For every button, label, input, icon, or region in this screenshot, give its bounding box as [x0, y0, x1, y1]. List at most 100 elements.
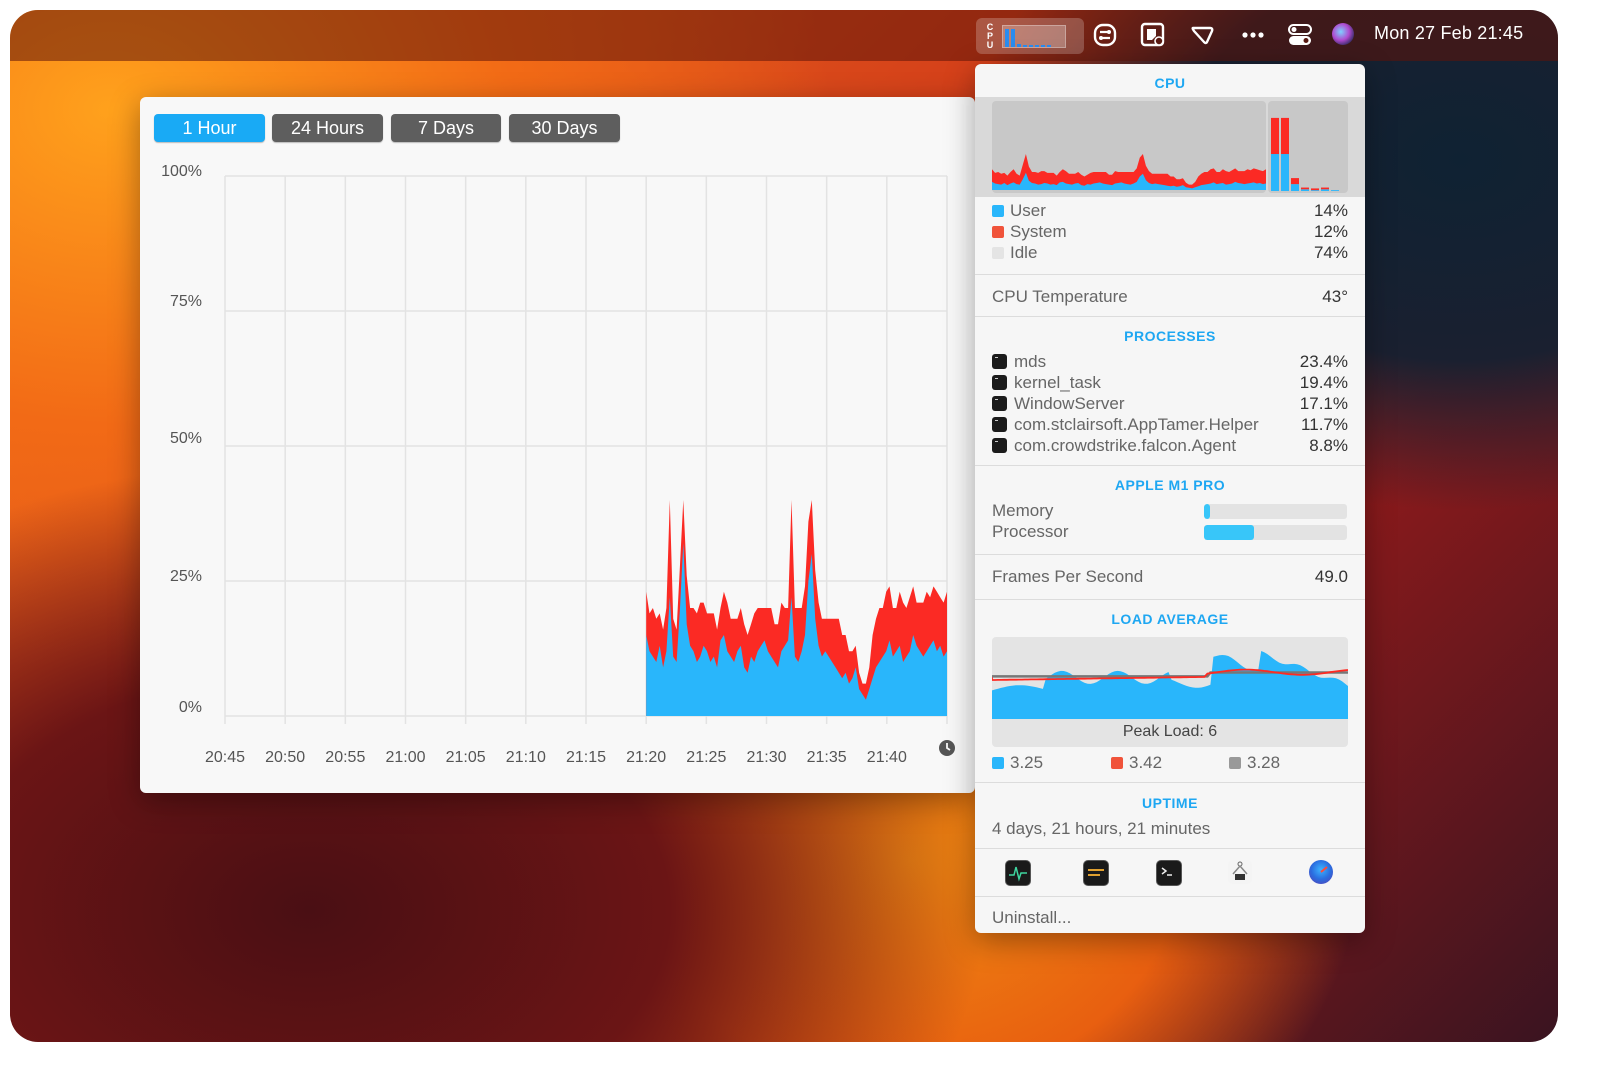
gpu-processor-bar — [1204, 525, 1347, 540]
shortcuts-icon[interactable] — [1092, 22, 1118, 48]
legend-label: User — [1010, 201, 1046, 220]
fps-label: Frames Per Second — [992, 567, 1144, 586]
load-1min: 3.25 — [992, 753, 1112, 774]
x-tick-label: 21:35 — [806, 749, 847, 766]
cpu-graph-area — [975, 97, 1365, 197]
legend-user: User 14% — [992, 201, 1348, 222]
process-cpu: 8.8% — [1309, 436, 1348, 455]
system-value: 12% — [1313, 222, 1348, 241]
process-row[interactable]: WindowServer 17.1% — [992, 394, 1348, 415]
divider — [975, 782, 1365, 783]
desktop: CPU Mon 27 Feb 21:45 1 Hour 24 Hours 7 D… — [10, 10, 1558, 1042]
core-bar-system — [1291, 178, 1299, 185]
process-cpu: 23.4% — [1299, 352, 1348, 371]
process-name: mds — [1014, 352, 1047, 371]
cpu-menu-extra[interactable]: CPU — [976, 18, 1084, 54]
terminal-process-icon — [992, 417, 1007, 432]
system-information-icon[interactable] — [1228, 860, 1252, 884]
terminal-process-icon — [992, 438, 1007, 453]
cpu-widget-bar — [1035, 45, 1039, 47]
user-value: 14% — [1313, 201, 1348, 220]
legend-system: System 12% — [992, 222, 1348, 243]
activity-monitor-icon[interactable] — [1005, 860, 1031, 886]
terminal-process-icon — [992, 375, 1007, 390]
process-row[interactable]: com.crowdstrike.falcon.Agent 8.8% — [992, 436, 1348, 457]
core-bar-system — [1271, 117, 1279, 155]
idle-value: 74% — [1313, 243, 1348, 262]
terminal-process-icon — [992, 354, 1007, 369]
process-cpu: 19.4% — [1299, 373, 1348, 392]
cpu-widget-label: CPU — [986, 22, 994, 50]
core-bar-user — [1281, 154, 1289, 191]
process-name: com.crowdstrike.falcon.Agent — [1014, 436, 1237, 455]
core-bar-user — [1311, 190, 1319, 191]
core-bar-user — [1301, 189, 1309, 191]
core-bar-user — [1271, 154, 1279, 191]
x-tick-label: 21:05 — [445, 749, 486, 766]
temperature-label: CPU Temperature — [992, 287, 1128, 306]
x-tick-label: 21:25 — [686, 749, 727, 766]
uptime-row: 4 days, 21 hours, 21 minutes — [992, 819, 1348, 840]
clock-icon[interactable] — [938, 739, 956, 757]
core-bar-system — [1281, 117, 1289, 155]
control-center-icon[interactable] — [1287, 22, 1313, 48]
siri-icon[interactable] — [1332, 23, 1354, 45]
load-section-title: LOAD AVERAGE — [1111, 611, 1229, 627]
idle-swatch — [992, 247, 1004, 259]
divider — [975, 896, 1365, 897]
fps-value: 49.0 — [1314, 567, 1348, 586]
process-cpu: 17.1% — [1299, 394, 1348, 413]
processes-section-title: PROCESSES — [1124, 328, 1216, 344]
menu-bar-clock[interactable]: Mon 27 Feb 21:45 — [1374, 23, 1523, 44]
system-swatch — [992, 226, 1004, 238]
load-5min: 3.42 — [1111, 753, 1231, 774]
load-swatch — [1111, 757, 1123, 769]
cpu-widget-graph — [1002, 25, 1066, 48]
legend-label: Idle — [1010, 243, 1038, 262]
more-icon[interactable] — [1240, 22, 1266, 48]
divider — [975, 316, 1365, 317]
divider — [975, 274, 1365, 275]
x-tick-label: 21:15 — [565, 749, 607, 766]
process-row[interactable]: mds 23.4% — [992, 352, 1348, 373]
terminal-icon[interactable] — [1156, 860, 1182, 886]
menu-bar: CPU Mon 27 Feb 21:45 — [10, 10, 1558, 61]
uptime-section-title: UPTIME — [1142, 795, 1198, 811]
cpu-history-window: 1 Hour 24 Hours 7 Days 30 Days 100% 75% … — [140, 97, 975, 793]
uninstall-label: Uninstall... — [992, 908, 1072, 927]
x-tick-label: 20:55 — [325, 749, 366, 766]
x-tick-label: 20:50 — [265, 749, 306, 766]
cpu-widget-bar — [1041, 45, 1045, 47]
uninstall-menu-item[interactable]: Uninstall... — [992, 908, 1348, 929]
core-bar-system — [1311, 188, 1319, 191]
load-average-graph: Peak Load: 6 — [992, 637, 1348, 747]
load-1min-area — [992, 651, 1348, 719]
load-value: 3.28 — [1247, 753, 1281, 772]
istat-icon[interactable] — [1309, 860, 1333, 884]
gpu-section-title: APPLE M1 PRO — [1114, 477, 1226, 493]
cpu-cores-bg — [1268, 101, 1348, 193]
cpu-widget-bar — [1011, 29, 1015, 47]
process-name: kernel_task — [1014, 373, 1101, 392]
gpu-memory-label: Memory — [992, 501, 1054, 520]
cpu-temperature-row: CPU Temperature 43° — [992, 287, 1348, 308]
load-swatch — [1229, 757, 1241, 769]
console-icon[interactable] — [1083, 860, 1109, 886]
cpu-history-chart — [224, 175, 948, 724]
process-row[interactable]: com.stclairsoft.AppTamer.Helper 11.7% — [992, 415, 1348, 436]
x-tick-label: 21:40 — [866, 749, 907, 766]
load-15min: 3.28 — [1229, 753, 1349, 774]
load-value: 3.25 — [1010, 753, 1044, 772]
core-bar-user — [1291, 184, 1299, 191]
divider — [975, 848, 1365, 849]
gpu-memory-bar — [1204, 504, 1347, 519]
istat-cpu-dropdown: CPU User 14% System 12% Idle 74% CPU Tem… — [975, 64, 1365, 933]
legend-idle: Idle 74% — [992, 243, 1348, 264]
x-tick-label: 21:10 — [505, 749, 546, 766]
uptime-value: 4 days, 21 hours, 21 minutes — [992, 819, 1211, 838]
process-row[interactable]: kernel_task 19.4% — [992, 373, 1348, 394]
x-tick-label: 21:00 — [385, 749, 426, 766]
tag-icon[interactable] — [1190, 22, 1216, 48]
screen-note-icon[interactable] — [1140, 22, 1166, 48]
cpu-widget-bar — [1023, 45, 1027, 47]
